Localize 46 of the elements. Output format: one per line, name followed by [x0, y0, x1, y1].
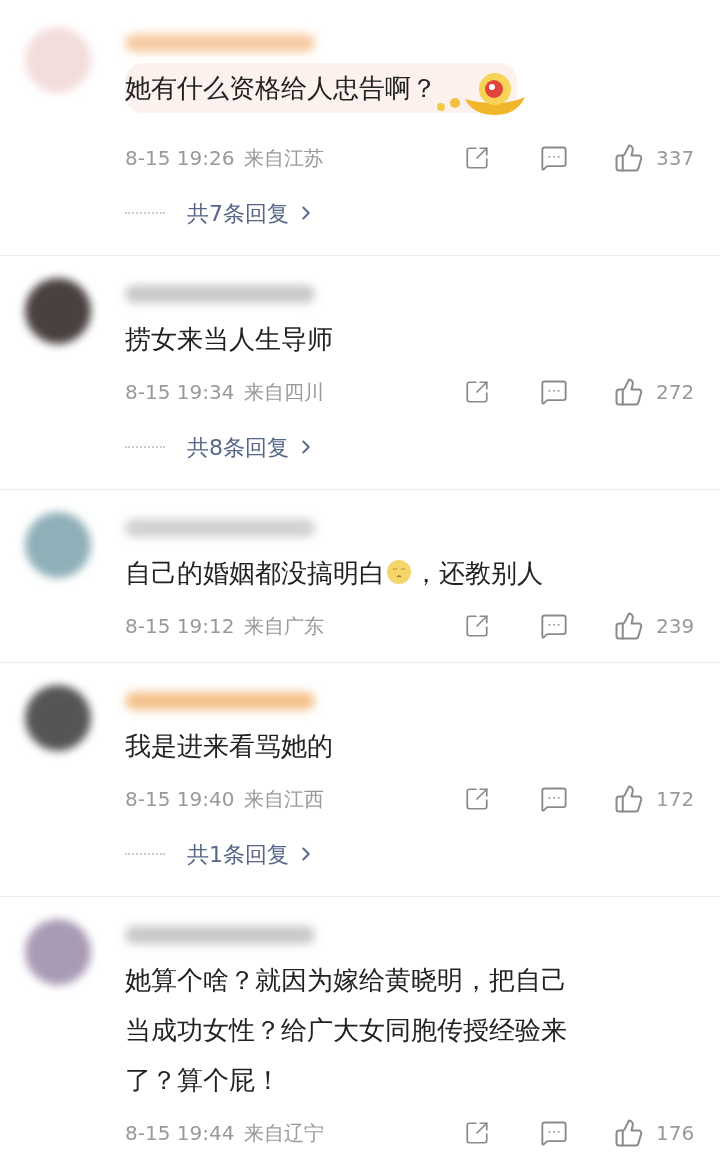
like-icon[interactable]	[614, 143, 644, 173]
comment-location: 来自江西	[244, 786, 325, 813]
comment-text: 了？算个屁！	[125, 1064, 282, 1097]
like-count: 239	[656, 613, 696, 640]
comment-text: 捞女来当人生导师	[125, 323, 334, 356]
comment-location: 来自广东	[244, 613, 325, 640]
comment-text: 她有什么资格给人忠告啊？	[125, 72, 437, 105]
share-icon[interactable]	[464, 613, 490, 639]
comment-time: 8-15 19:12	[125, 613, 235, 640]
like-count: 172	[656, 786, 696, 813]
comment-location: 来自辽宁	[244, 1120, 325, 1147]
comment-time: 8-15 19:34	[125, 379, 235, 406]
comment-text: 我是进来看骂她的	[125, 730, 334, 763]
comment-icon[interactable]	[540, 144, 568, 172]
comment-icon[interactable]	[540, 785, 568, 813]
replies-link[interactable]: 共8条回复	[187, 430, 317, 464]
dotted-line	[125, 446, 165, 448]
avatar[interactable]	[24, 685, 91, 751]
comment-time: 8-15 19:40	[125, 786, 235, 813]
like-count: 176	[656, 1120, 696, 1147]
share-icon[interactable]	[464, 379, 490, 405]
share-icon[interactable]	[464, 786, 490, 812]
comment-icon[interactable]	[540, 1119, 568, 1147]
replies-link[interactable]: 共7条回复	[187, 196, 317, 230]
comment-text: 当成功女性？给广大女同胞传授经验来	[125, 1014, 568, 1047]
avatar[interactable]	[24, 278, 91, 344]
comment-time: 8-15 19:26	[125, 145, 235, 172]
like-count: 337	[656, 145, 696, 172]
dotted-line	[125, 212, 165, 214]
dotted-line	[125, 853, 165, 855]
share-icon[interactable]	[464, 1120, 490, 1146]
replies-link[interactable]: 共1条回复	[187, 837, 317, 871]
like-icon[interactable]	[614, 1118, 644, 1148]
comment-text: 她算个啥？就因为嫁给黄晓明，把自己	[125, 964, 568, 997]
like-count: 272	[656, 379, 696, 406]
like-icon[interactable]	[614, 377, 644, 407]
comment-location: 来自江苏	[244, 145, 325, 172]
like-icon[interactable]	[614, 784, 644, 814]
like-icon[interactable]	[614, 611, 644, 641]
comment-location: 来自四川	[244, 379, 325, 406]
comment-icon[interactable]	[540, 612, 568, 640]
share-icon[interactable]	[464, 145, 490, 171]
comment-icon[interactable]	[540, 378, 568, 406]
comment-text: 自己的婚姻都没搞明白 ，还教别人	[125, 557, 544, 590]
comment-time: 8-15 19:44	[125, 1120, 235, 1147]
emoji-face-icon	[386, 559, 412, 585]
